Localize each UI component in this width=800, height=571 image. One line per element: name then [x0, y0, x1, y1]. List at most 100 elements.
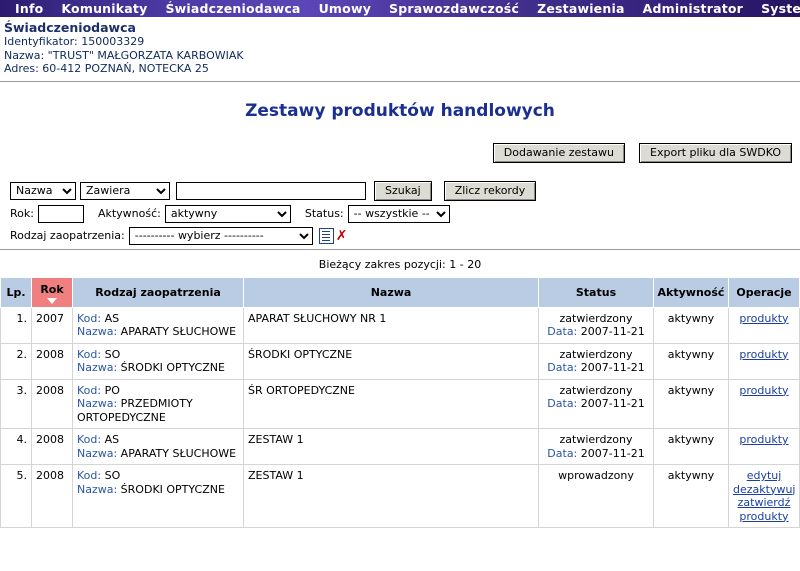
operation-link-produkty[interactable]: produkty — [733, 348, 795, 362]
operation-link-zatwierdź[interactable]: zatwierdź — [733, 496, 795, 510]
status-select[interactable]: -- wszystkie -- — [347, 204, 450, 223]
sort-descending-icon — [47, 297, 57, 304]
operation-link-produkty[interactable]: produkty — [733, 433, 795, 447]
cell-rodzaj: Kod: PO Nazwa: PRZEDMIOTY ORTOPEDYCZNE — [72, 378, 244, 429]
col-header-nazwa: Nazwa — [243, 276, 539, 308]
nav-system[interactable]: System — [752, 0, 800, 17]
cell-lp: 4. — [0, 428, 32, 465]
cell-status: wprowadzony — [538, 464, 654, 528]
filter-row-rodzaj: Rodzaj zaopatrzenia: ---------- wybierz … — [10, 226, 800, 245]
col-header-rodzaj: Rodzaj zaopatrzenia — [72, 276, 244, 308]
cell-rodzaj: Kod: SO Nazwa: ŚRODKI OPTYCZNE — [72, 342, 244, 380]
cell-operacje: produkty — [728, 306, 800, 344]
provider-identifier: Identyfikator: 150003329 — [4, 35, 145, 48]
cell-status: zatwierdzony Data: 2007-11-21 — [538, 342, 654, 380]
nav-swiadczeniodawca[interactable]: Świadczeniodawca — [156, 0, 309, 17]
export-swdko-button[interactable]: Export pliku dla SWDKO — [639, 142, 792, 163]
search-input[interactable] — [176, 181, 366, 200]
cell-aktywnosc: aktywny — [653, 306, 729, 344]
operation-link-edytuj[interactable]: edytuj — [733, 469, 795, 483]
operation-link-produkty[interactable]: produkty — [733, 312, 795, 326]
cell-rok: 2008 — [31, 342, 73, 380]
cell-operacje: produkty — [728, 342, 800, 380]
cell-rodzaj: Kod: SO Nazwa: ŚRODKI OPTYCZNE — [72, 464, 244, 528]
table-row: 2. 2008 Kod: SO Nazwa: ŚRODKI OPTYCZNE ŚRODK… — [0, 342, 800, 380]
rodzaj-zaopatrzenia-label: Rodzaj zaopatrzenia: — [10, 229, 125, 242]
filter-operator-select[interactable]: Zawiera — [80, 181, 170, 200]
col-header-operacje: Operacje — [728, 276, 800, 308]
cell-rok: 2007 — [31, 306, 73, 344]
filter-row-search: Nazwa Zawiera Szukaj Zlicz rekordy — [10, 180, 800, 201]
filter-divider — [0, 248, 800, 251]
action-button-bar: Dodawanie zestawu Export pliku dla SWDKO — [0, 142, 800, 163]
aktywnosc-label: Aktywność: — [97, 207, 161, 220]
clear-x-icon[interactable]: ✗ — [336, 229, 348, 243]
operation-link-produkty[interactable]: produkty — [733, 384, 795, 398]
cell-operacje: edytuj dezaktywuj zatwierdź produkty — [728, 464, 800, 528]
count-records-button[interactable]: Zlicz rekordy — [443, 180, 537, 201]
filter-panel: Nazwa Zawiera Szukaj Zlicz rekordy Rok: … — [0, 180, 800, 245]
products-table: Lp. Rok Rodzaj zaopatrzenia Nazwa Status… — [0, 276, 800, 528]
cell-rodzaj: Kod: AS Nazwa: APARATY SŁUCHOWE — [72, 306, 244, 344]
col-header-aktywnosc: Aktywność — [653, 276, 729, 308]
cell-nazwa: APARAT SŁUCHOWY NR 1 — [243, 306, 539, 344]
col-header-rok-label: Rok — [40, 282, 64, 296]
provider-name: Nazwa: "TRUST" MAŁGORZATA KARBOWIAK — [4, 48, 244, 62]
cell-lp: 2. — [0, 342, 32, 380]
col-header-lp: Lp. — [0, 276, 32, 308]
cell-operacje: produkty — [728, 378, 800, 429]
nav-zestawienia[interactable]: Zestawienia — [528, 0, 634, 17]
cell-rok: 2008 — [31, 378, 73, 429]
cell-rodzaj: Kod: AS Nazwa: APARATY SŁUCHOWE — [72, 428, 244, 465]
cell-lp: 3. — [0, 378, 32, 429]
filter-field-select[interactable]: Nazwa — [10, 181, 76, 200]
table-row: 5. 2008 Kod: SO Nazwa: ŚRODKI OPTYCZNE ZESTA… — [0, 464, 800, 528]
nav-sprawozdawczosc[interactable]: Sprawozdawczość — [380, 0, 528, 17]
cell-nazwa: ZESTAW 1 — [243, 464, 539, 528]
table-header-row: Lp. Rok Rodzaj zaopatrzenia Nazwa Status… — [0, 276, 800, 308]
table-row: 3. 2008 Kod: PO Nazwa: PRZEDMIOTY ORTOPEDYC… — [0, 378, 800, 429]
cell-nazwa: ŚRODKI OPTYCZNE — [243, 342, 539, 380]
page-title: Zestawy produktów handlowych — [245, 100, 555, 121]
table-body: 1. 2007 Kod: AS Nazwa: APARATY SŁUCHOWE APAR… — [0, 306, 800, 528]
col-header-rok[interactable]: Rok — [31, 276, 73, 308]
cell-nazwa: ZESTAW 1 — [243, 428, 539, 465]
rok-input[interactable] — [37, 204, 84, 223]
aktywnosc-select[interactable]: aktywny — [164, 204, 291, 223]
operation-link-dezaktywuj[interactable]: dezaktywuj — [733, 483, 795, 497]
col-header-status: Status — [538, 276, 654, 308]
cell-rok: 2008 — [31, 428, 73, 465]
cell-lp: 5. — [0, 464, 32, 528]
nav-umowy[interactable]: Umowy — [310, 0, 380, 17]
filter-row-secondary: Rok: Aktywność: aktywny Status: -- wszys… — [10, 204, 800, 223]
status-label: Status: — [304, 207, 344, 220]
nav-komunikaty[interactable]: Komunikaty — [52, 0, 156, 17]
search-button[interactable]: Szukaj — [374, 180, 432, 201]
nav-administrator[interactable]: Administrator — [634, 0, 752, 17]
table-row: 1. 2007 Kod: AS Nazwa: APARATY SŁUCHOWE APAR… — [0, 306, 800, 344]
cell-status: zatwierdzony Data: 2007-11-21 — [538, 378, 654, 429]
cell-aktywnosc: aktywny — [653, 464, 729, 528]
cell-status: zatwierdzony Data: 2007-11-21 — [538, 306, 654, 344]
rodzaj-zaopatrzenia-select[interactable]: ---------- wybierz ---------- — [128, 226, 313, 245]
main-navigation-bar: Info Komunikaty Świadczeniodawca Umowy Spraw… — [0, 0, 800, 17]
nav-info[interactable]: Info — [6, 0, 52, 17]
provider-heading: Świadczeniodawca — [4, 20, 136, 35]
provider-address: Adres: 60-412 POZNAŃ, NOTECKA 25 — [4, 62, 209, 75]
cell-status: zatwierdzony Data: 2007-11-21 — [538, 428, 654, 465]
cell-operacje: produkty — [728, 428, 800, 465]
cell-aktywnosc: aktywny — [653, 342, 729, 380]
result-range-text: Bieżący zakres pozycji: 1 - 20 — [318, 257, 482, 271]
rok-label: Rok: — [10, 207, 34, 220]
cell-aktywnosc: aktywny — [653, 428, 729, 465]
operation-link-produkty[interactable]: produkty — [733, 510, 795, 524]
table-row: 4. 2008 Kod: AS Nazwa: APARATY SŁUCHOWE ZEST… — [0, 428, 800, 465]
cell-lp: 1. — [0, 306, 32, 344]
cell-rok: 2008 — [31, 464, 73, 528]
add-zestaw-button[interactable]: Dodawanie zestawu — [492, 142, 626, 163]
list-icon[interactable] — [318, 227, 334, 244]
cell-aktywnosc: aktywny — [653, 378, 729, 429]
cell-nazwa: ŚR ORTOPEDYCZNE — [243, 378, 539, 429]
header-divider — [0, 80, 800, 83]
provider-info-block: Świadczeniodawca Identyfikator: 15000332… — [0, 17, 800, 78]
